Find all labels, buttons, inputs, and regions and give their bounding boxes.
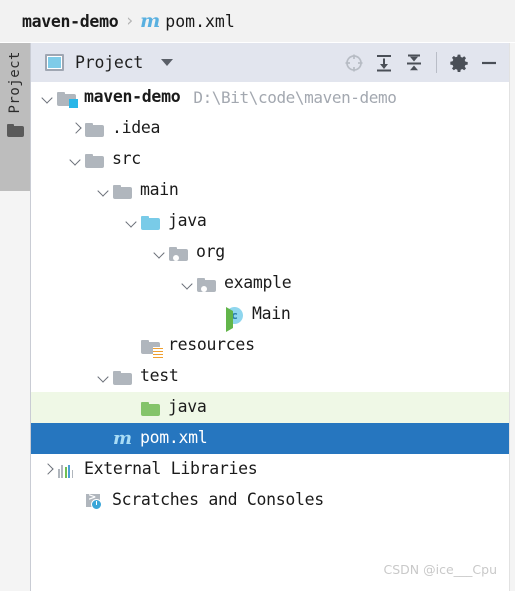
tree-row-label: pom.xml	[140, 428, 208, 448]
tree-row[interactable]: c Main	[31, 299, 515, 332]
tree-row-icon: c	[224, 306, 245, 332]
chevron-down-icon[interactable]	[153, 245, 168, 260]
chevron-down-icon[interactable]	[161, 59, 174, 66]
java-class-runnable-icon: c	[226, 306, 243, 332]
tree-row[interactable]: org	[31, 237, 515, 268]
tree-row-icon	[140, 213, 161, 231]
tree-row[interactable]: m pom.xml	[31, 423, 515, 454]
tree-row-label: test	[140, 366, 179, 386]
breadcrumb-project[interactable]: maven-demo	[22, 12, 119, 31]
tree-row[interactable]: maven-demo D:\Bit\code\maven-demo	[31, 82, 515, 113]
tree-row[interactable]: Scratches and Consoles	[31, 485, 515, 516]
tree-row-path: D:\Bit\code\maven-demo	[193, 87, 397, 107]
tree-row[interactable]: main	[31, 175, 515, 206]
project-tree[interactable]: maven-demo D:\Bit\code\maven-demo .idea src…	[30, 82, 515, 591]
folder-icon	[85, 153, 104, 168]
project-tool-window: maven-demo › m pom.xml Project Project m…	[0, 0, 515, 591]
project-folder-icon	[6, 123, 24, 137]
tree-row-icon	[84, 492, 105, 510]
tree-row[interactable]: src	[31, 144, 515, 175]
folder-icon	[113, 370, 132, 385]
tree-row-icon	[84, 120, 105, 138]
toolbar-actions	[339, 48, 515, 78]
tree-row-icon	[112, 182, 133, 200]
breadcrumb-bar: maven-demo › m pom.xml	[0, 0, 515, 43]
chevron-down-icon[interactable]	[181, 276, 196, 291]
breadcrumb-separator-icon: ›	[126, 11, 134, 31]
tree-row-icon	[168, 244, 189, 262]
resources-folder-icon	[141, 339, 163, 359]
tree-row-label: resources	[168, 335, 255, 355]
test-source-root-folder-icon	[141, 401, 160, 416]
chevron-down-icon[interactable]	[41, 90, 56, 105]
folder-icon	[85, 122, 104, 137]
watermark: CSDN @ice___Cpu	[383, 562, 497, 577]
folder-icon	[113, 184, 132, 199]
package-folder-icon	[169, 246, 188, 261]
tool-window-strip: Project	[0, 43, 30, 591]
tree-row-label: example	[224, 273, 292, 293]
chevron-down-icon[interactable]	[125, 214, 140, 229]
tree-row[interactable]: java	[31, 392, 515, 423]
tree-row-label: src	[112, 149, 141, 169]
maven-m-icon: m	[140, 9, 161, 32]
external-libraries-icon	[58, 464, 75, 478]
toolbar-separator	[436, 52, 437, 73]
tree-row-icon	[140, 399, 161, 417]
tree-row-label: .idea	[112, 118, 161, 138]
breadcrumb-file[interactable]: pom.xml	[165, 12, 235, 31]
package-folder-icon	[197, 277, 216, 292]
tool-strip-label: Project	[7, 51, 23, 114]
breadcrumb: maven-demo › m pom.xml	[0, 11, 235, 31]
scratches-icon	[84, 492, 105, 510]
tree-row-icon	[56, 461, 77, 479]
chevron-right-icon[interactable]	[41, 462, 56, 477]
chevron-right-icon[interactable]	[69, 121, 84, 136]
tree-row-icon	[112, 368, 133, 386]
chevron-down-icon[interactable]	[69, 152, 84, 167]
module-folder-icon	[57, 91, 78, 108]
tree-row-icon	[196, 275, 217, 293]
chevron-down-icon[interactable]	[97, 369, 112, 384]
maven-m-icon: m	[112, 427, 133, 449]
panel-title: Project	[75, 53, 144, 72]
project-view-icon	[45, 54, 64, 71]
tree-row-icon: m	[112, 427, 133, 449]
tree-row[interactable]: test	[31, 361, 515, 392]
tree-row-label: java	[168, 397, 207, 417]
tree-row-label: java	[168, 211, 207, 231]
project-toolbar: Project	[30, 43, 515, 82]
tree-row-label: External Libraries	[84, 459, 258, 479]
tree-row[interactable]: java	[31, 206, 515, 237]
source-root-folder-icon	[141, 215, 160, 230]
settings-gear-icon[interactable]	[444, 48, 474, 78]
tree-row-label: org	[196, 242, 225, 262]
tree-row[interactable]: resources	[31, 330, 515, 361]
tree-row-label: maven-demo	[84, 87, 181, 107]
project-panel: Project maven-demo D:\Bit\code\maven-dem…	[30, 43, 515, 591]
tree-row-icon	[56, 89, 78, 108]
tool-strip-tab-project[interactable]: Project	[0, 43, 30, 191]
chevron-down-icon[interactable]	[97, 183, 112, 198]
tree-row-icon	[140, 337, 163, 359]
tree-row-label: main	[140, 180, 179, 200]
select-opened-file-icon[interactable]	[339, 48, 369, 78]
tree-row-label: Main	[252, 304, 291, 324]
scrollbar-gutter[interactable]	[509, 43, 515, 591]
expand-all-icon[interactable]	[369, 48, 399, 78]
tree-row[interactable]: example	[31, 268, 515, 299]
tree-row-label: Scratches and Consoles	[112, 490, 324, 510]
tree-row-icon	[84, 151, 105, 169]
tree-row[interactable]: .idea	[31, 113, 515, 144]
collapse-all-icon[interactable]	[399, 48, 429, 78]
hide-minimize-icon[interactable]	[474, 48, 504, 78]
tree-row[interactable]: External Libraries	[31, 454, 515, 485]
